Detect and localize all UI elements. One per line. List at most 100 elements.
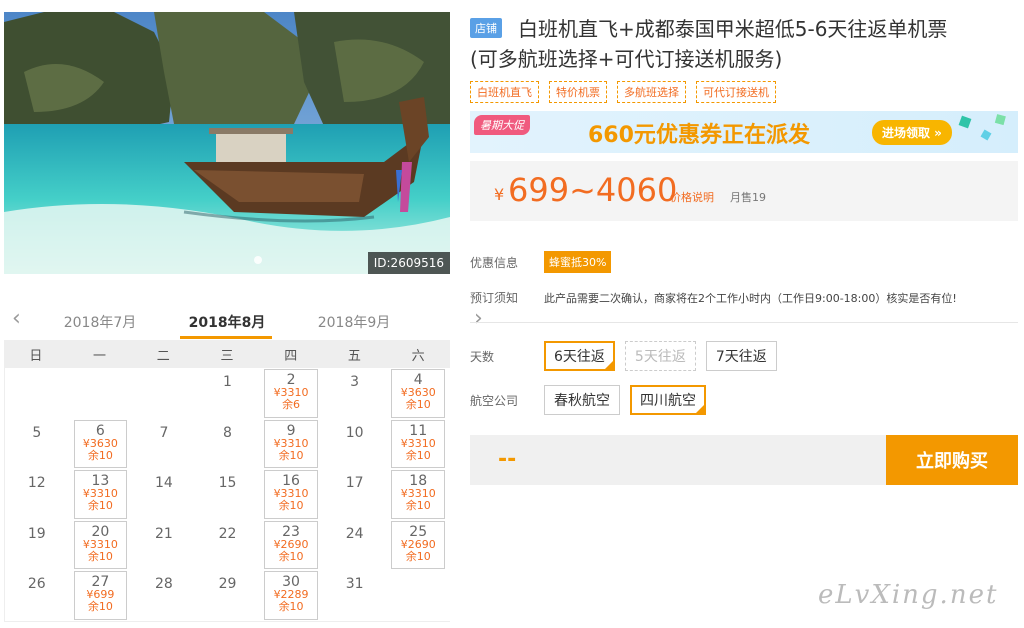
calendar-day: [5, 368, 69, 419]
seats-left: 余10: [278, 499, 304, 513]
weekday-label: 六: [411, 348, 425, 364]
day-number: 16: [282, 473, 300, 490]
calendar-day: 26: [5, 570, 69, 621]
calendar-day: 28: [132, 570, 196, 621]
notice-label: 预订须知: [470, 291, 519, 305]
product-photo[interactable]: ID:2609516: [4, 12, 450, 274]
day-number: 17: [345, 475, 364, 492]
product-title: 店铺 白班机直飞+成都泰国甲米超低5-6天往返单机票 (可多航班选择+可代订接送…: [470, 14, 1018, 74]
day-number: 19: [27, 525, 46, 542]
day-number: 22: [218, 525, 237, 542]
tag-item: 白班机直飞: [470, 81, 539, 103]
calendar-day: 3: [323, 368, 387, 419]
calendar-day-available[interactable]: 2 ¥3310 余6: [264, 369, 318, 418]
calendar-day-available[interactable]: 27 ¥699 余10: [73, 571, 128, 620]
product-info-panel: 店铺 白班机直飞+成都泰国甲米超低5-6天往返单机票 (可多航班选择+可代订接送…: [470, 14, 1018, 485]
day-number: 14: [155, 475, 173, 492]
monthly-sales: 月售19: [730, 191, 766, 204]
calendar-day: [132, 368, 196, 419]
chevron-left-icon[interactable]: ‹: [12, 308, 21, 330]
airline-row: 航空公司 春秋航空 四川航空: [470, 385, 1018, 415]
notice-text: 此产品需要二次确认，商家将在2个工作小时内（工作日9:00-18:00）核实是否…: [544, 291, 957, 305]
calendar-day-available[interactable]: 16 ¥3310 余10: [264, 470, 318, 519]
calendar-day-available[interactable]: 20 ¥3310 余10: [73, 520, 128, 570]
summer-promo-label: 暑期大促: [474, 115, 530, 135]
discount-row: 优惠信息 蜂蜜抵30%: [470, 251, 1018, 273]
calendar-day: 15: [196, 469, 260, 520]
day-number: 8: [223, 424, 232, 441]
price-explain-link[interactable]: 价格说明: [670, 189, 714, 205]
calendar-day: 1: [196, 368, 260, 419]
seats-left: 余10: [278, 600, 304, 614]
airline-label: 航空公司: [470, 393, 519, 408]
discount-label: 优惠信息: [470, 255, 519, 270]
seats-left: 余10: [405, 549, 431, 563]
price-range: 699~4060: [508, 171, 678, 209]
seats-left: 余10: [278, 448, 304, 462]
title-line-1: 白班机直飞+成都泰国甲米超低5-6天往返单机票: [518, 17, 948, 41]
calendar-day-available[interactable]: 13 ¥3310 余10: [73, 470, 128, 519]
calendar-day-available[interactable]: 6 ¥3630 余10: [73, 419, 128, 469]
calendar-day-available[interactable]: 23 ¥2690 余10: [264, 520, 318, 570]
seats-left: 余10: [405, 398, 431, 411]
calendar-day-available[interactable]: 11 ¥3310 余10: [391, 419, 445, 469]
day-number: 25: [409, 523, 428, 540]
day-number: 13: [91, 473, 110, 490]
day-price: ¥3630: [82, 436, 118, 450]
tab-prev-month[interactable]: 2018年7月: [50, 312, 150, 332]
seats-left: 余10: [87, 448, 113, 462]
calendar-day: 21: [132, 520, 196, 571]
buy-now-button[interactable]: 立即购买: [886, 435, 1018, 485]
calendar-day-available[interactable]: 18 ¥3310 余10: [391, 470, 445, 519]
image-id-badge: ID:2609516: [367, 252, 450, 274]
date-calendar: ‹ 2018年7月 2018年8月 2018年9月 › 日一二三四五六 1 2 ¥3…: [4, 300, 483, 622]
calendar-day: 10: [323, 419, 387, 470]
calendar-day: 12: [5, 469, 69, 520]
day-number: 4: [413, 372, 423, 388]
discount-badge: 蜂蜜抵30%: [544, 251, 612, 273]
seats-left: 余10: [87, 600, 113, 614]
active-month-indicator: [180, 336, 272, 339]
day-price: ¥2690: [400, 537, 436, 551]
calendar-day-available[interactable]: 4 ¥3630 余10: [391, 369, 445, 418]
day-number: 20: [91, 523, 110, 540]
calendar-day-available[interactable]: 25 ¥2690 余10: [391, 520, 445, 570]
carousel-dot[interactable]: [254, 256, 262, 264]
tag-item: 多航班选择: [617, 81, 686, 103]
day-number: 1: [223, 374, 232, 390]
coupon-banner[interactable]: 暑期大促 660元优惠券正在派发 进场领取 »: [470, 111, 1018, 153]
day-number: 21: [155, 525, 173, 542]
tab-next-month[interactable]: 2018年9月: [304, 312, 404, 332]
title-line-2: (可多航班选择+可代订接送机服务): [470, 47, 783, 71]
day-number: 2: [286, 372, 296, 388]
days-option-7[interactable]: 7天往返: [705, 341, 777, 371]
decorative-shapes-icon: [958, 114, 1006, 141]
airline-option-sichuan[interactable]: 四川航空: [630, 385, 706, 415]
calendar-day-available[interactable]: 30 ¥2289 余10: [264, 571, 318, 620]
weekday-label: 二: [156, 348, 170, 364]
day-price: ¥3310: [273, 436, 309, 450]
day-number: 12: [27, 475, 46, 492]
day-number: 30: [282, 574, 300, 591]
days-option-6[interactable]: 6天往返: [544, 341, 615, 371]
tab-current-month[interactable]: 2018年8月: [177, 312, 277, 332]
currency-symbol: ¥: [494, 185, 505, 204]
coupon-text: 优惠券正在派发: [655, 123, 810, 148]
day-number: 7: [159, 424, 169, 441]
day-number: 31: [345, 576, 364, 593]
calendar-day: 29: [196, 570, 260, 621]
weekday-label: 日: [29, 348, 43, 364]
calendar-day: 14: [132, 469, 196, 520]
enter-coupon-button[interactable]: 进场领取 »: [872, 120, 952, 145]
calendar-day: 22: [196, 520, 260, 571]
calendar-day: 5: [5, 419, 69, 470]
calendar-day-available[interactable]: 9 ¥3310 余10: [264, 419, 318, 469]
seats-left: 余10: [405, 499, 431, 513]
day-number: 10: [345, 424, 364, 441]
weekday-label: 五: [347, 348, 361, 364]
airline-option-spring[interactable]: 春秋航空: [544, 385, 620, 415]
tag-item: 特价机票: [549, 81, 607, 103]
days-option-5[interactable]: 5天往返: [624, 341, 696, 371]
day-number: 24: [345, 525, 364, 542]
seats-left: 余6: [282, 398, 301, 411]
